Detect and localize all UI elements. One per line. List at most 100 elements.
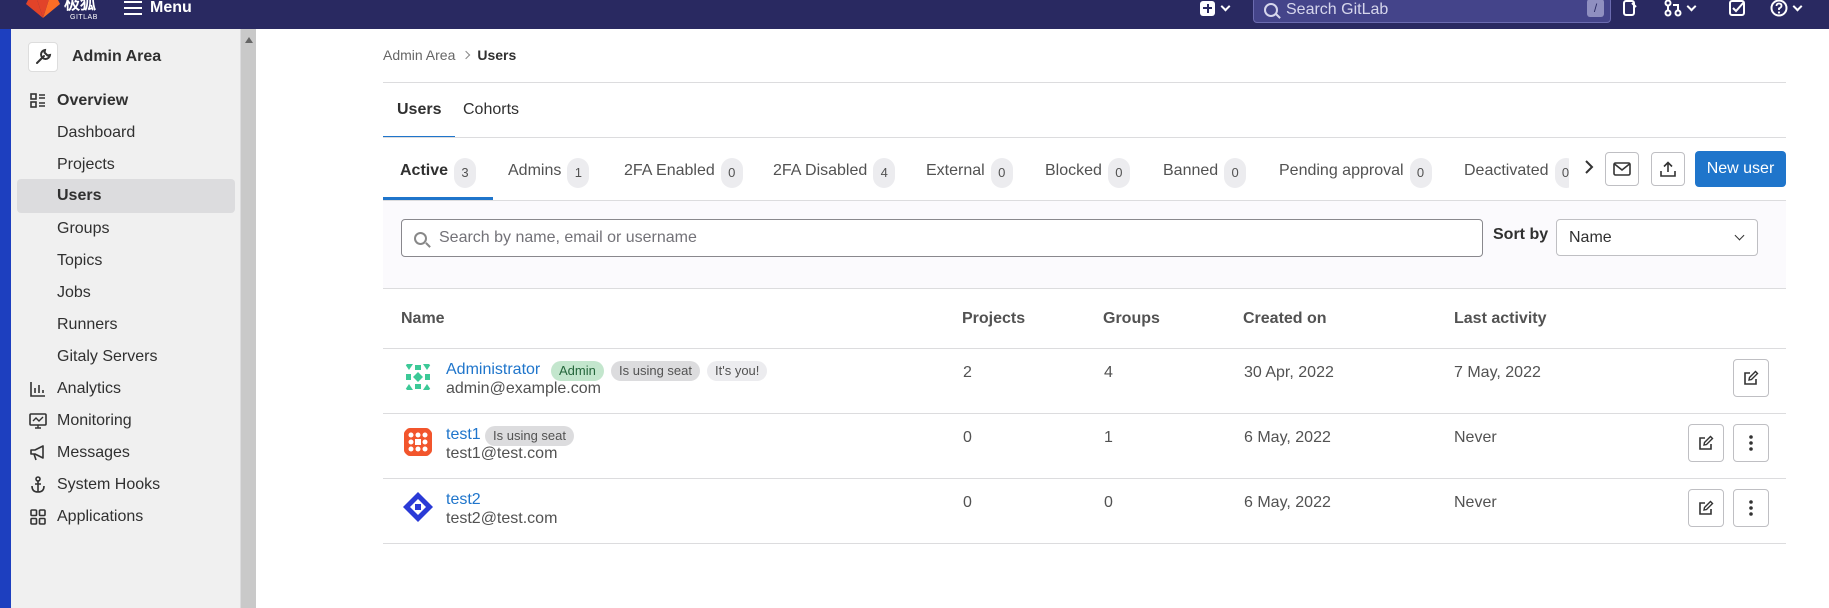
- user-name-link[interactable]: test2: [446, 491, 481, 509]
- edit-user-button[interactable]: [1688, 424, 1724, 462]
- logo-text: 极狐: [64, 0, 97, 13]
- sidebar-item-overview[interactable]: Overview: [17, 84, 235, 118]
- seat-badge: Is using seat: [485, 426, 574, 446]
- count-badge: 0: [1554, 158, 1569, 188]
- last-activity: Never: [1454, 494, 1497, 511]
- user-name-link[interactable]: Administrator: [446, 361, 540, 379]
- user-search-placeholder: Search by name, email or username: [439, 229, 697, 246]
- chevron-right-icon: [1585, 160, 1594, 174]
- upload-icon: [1660, 161, 1676, 177]
- merge-requests-button[interactable]: [1664, 0, 1697, 19]
- last-activity: Never: [1454, 429, 1497, 446]
- avatar[interactable]: [401, 425, 435, 459]
- edit-user-button[interactable]: [1733, 359, 1769, 397]
- filter-tab-deactivated[interactable]: Deactivated 0: [1447, 157, 1569, 200]
- window-edge: [0, 29, 11, 608]
- filter-tab-label: Admins: [508, 162, 562, 179]
- sidebar-item-messages[interactable]: Messages: [17, 436, 235, 470]
- sidebar-item-label: Groups: [57, 220, 110, 237]
- edit-icon: [1699, 435, 1714, 450]
- user-name-link[interactable]: test1: [446, 426, 481, 444]
- column-header-name: Name: [401, 310, 445, 327]
- kebab-menu-icon: [1749, 435, 1753, 451]
- chevron-down-icon: [1734, 230, 1745, 241]
- filter-tab-2fa-disabled[interactable]: 2FA Disabled 4: [756, 157, 912, 200]
- global-search-placeholder: Search GitLab: [1286, 1, 1389, 18]
- avatar[interactable]: [401, 490, 435, 524]
- sidebar-scrollbar[interactable]: [241, 29, 256, 608]
- edit-icon: [1744, 370, 1759, 385]
- sidebar-item-label: Messages: [57, 444, 130, 461]
- table-divider: [383, 543, 1786, 544]
- breadcrumb-admin-area[interactable]: Admin Area: [383, 47, 455, 63]
- issues-icon: [1623, 0, 1637, 16]
- sidebar-item-label: Projects: [57, 156, 115, 173]
- help-button[interactable]: [1770, 0, 1803, 19]
- tabs-scroll-right-button[interactable]: [1584, 160, 1594, 179]
- sidebar-item-system-hooks[interactable]: System Hooks: [17, 468, 235, 502]
- menu-button[interactable]: Menu: [124, 0, 192, 18]
- tab-users[interactable]: Users: [383, 98, 456, 138]
- avatar[interactable]: [401, 360, 435, 394]
- sidebar-item-monitoring[interactable]: Monitoring: [17, 404, 235, 438]
- envelope-icon: [1613, 162, 1631, 176]
- breadcrumb-users[interactable]: Users: [477, 47, 516, 63]
- count-badge: 0: [990, 158, 1013, 188]
- sidebar-item-users[interactable]: Users: [17, 179, 235, 213]
- sidebar-item-topics[interactable]: Topics: [17, 244, 235, 278]
- sidebar-item-projects[interactable]: Projects: [17, 148, 235, 182]
- sidebar-header[interactable]: Admin Area: [18, 37, 243, 77]
- chevron-down-icon: [1792, 1, 1803, 11]
- table-divider: [383, 413, 1786, 414]
- filter-tab-admins[interactable]: Admins 1: [491, 157, 606, 200]
- groups-count: 0: [1104, 494, 1113, 511]
- sort-by-select[interactable]: Name: [1556, 219, 1758, 256]
- filter-tab-2fa-enabled[interactable]: 2FA Enabled 0: [607, 157, 760, 200]
- sidebar-item-applications[interactable]: Applications: [17, 500, 235, 534]
- filter-tab-active[interactable]: Active 3: [383, 157, 494, 200]
- new-user-button[interactable]: New user: [1695, 151, 1786, 187]
- created-on: 6 May, 2022: [1244, 429, 1331, 446]
- menu-label: Menu: [150, 0, 192, 16]
- sidebar-item-jobs[interactable]: Jobs: [17, 276, 235, 310]
- filter-tab-label: External: [926, 162, 985, 179]
- sidebar-item-label: System Hooks: [57, 476, 161, 493]
- filter-tab-label: Pending approval: [1279, 162, 1404, 179]
- todos-button[interactable]: [1728, 0, 1746, 19]
- sidebar-item-label: Monitoring: [57, 412, 132, 429]
- user-search-input[interactable]: Search by name, email or username: [401, 219, 1483, 257]
- search-icon: [1264, 3, 1278, 17]
- gitlab-logo-icon[interactable]: [26, 0, 60, 20]
- sidebar-item-groups[interactable]: Groups: [17, 212, 235, 246]
- sort-by-label: Sort by: [1493, 226, 1549, 243]
- last-activity: 7 May, 2022: [1454, 364, 1541, 381]
- analytics-icon: [29, 380, 47, 398]
- plus-square-icon: [1200, 0, 1215, 16]
- new-dropdown-button[interactable]: [1200, 0, 1242, 18]
- email-button[interactable]: [1605, 152, 1639, 186]
- filter-tab-banned[interactable]: Banned 0: [1146, 157, 1263, 200]
- user-actions-menu-button[interactable]: [1733, 489, 1769, 527]
- sidebar-item-runners[interactable]: Runners: [17, 308, 235, 342]
- admin-sidebar: Admin Area Overview Dashboard Projects U…: [11, 29, 241, 608]
- filter-tab-blocked[interactable]: Blocked 0: [1028, 157, 1147, 200]
- chevron-down-icon: [1220, 1, 1231, 11]
- edit-user-button[interactable]: [1688, 489, 1724, 527]
- breadcrumb: Admin Area Users: [383, 47, 516, 63]
- filter-tab-pending-approval[interactable]: Pending approval 0: [1262, 157, 1449, 200]
- user-actions-menu-button[interactable]: [1733, 424, 1769, 462]
- scroll-up-arrow-icon[interactable]: [245, 37, 253, 43]
- filter-tab-external[interactable]: External 0: [909, 157, 1030, 200]
- tab-cohorts[interactable]: Cohorts: [449, 98, 533, 138]
- count-badge: 0: [1224, 158, 1247, 188]
- table-divider: [383, 478, 1786, 479]
- filter-tab-label: Deactivated: [1464, 162, 1549, 179]
- sidebar-item-label: Analytics: [57, 380, 122, 397]
- global-search-input[interactable]: Search GitLab /: [1253, 0, 1611, 23]
- export-button[interactable]: [1651, 152, 1685, 186]
- issues-button[interactable]: [1622, 0, 1638, 19]
- sidebar-item-analytics[interactable]: Analytics: [17, 372, 235, 406]
- sidebar-item-dashboard[interactable]: Dashboard: [17, 116, 235, 150]
- sidebar-item-gitaly-servers[interactable]: Gitaly Servers: [17, 340, 235, 374]
- user-email: test1@test.com: [446, 445, 558, 462]
